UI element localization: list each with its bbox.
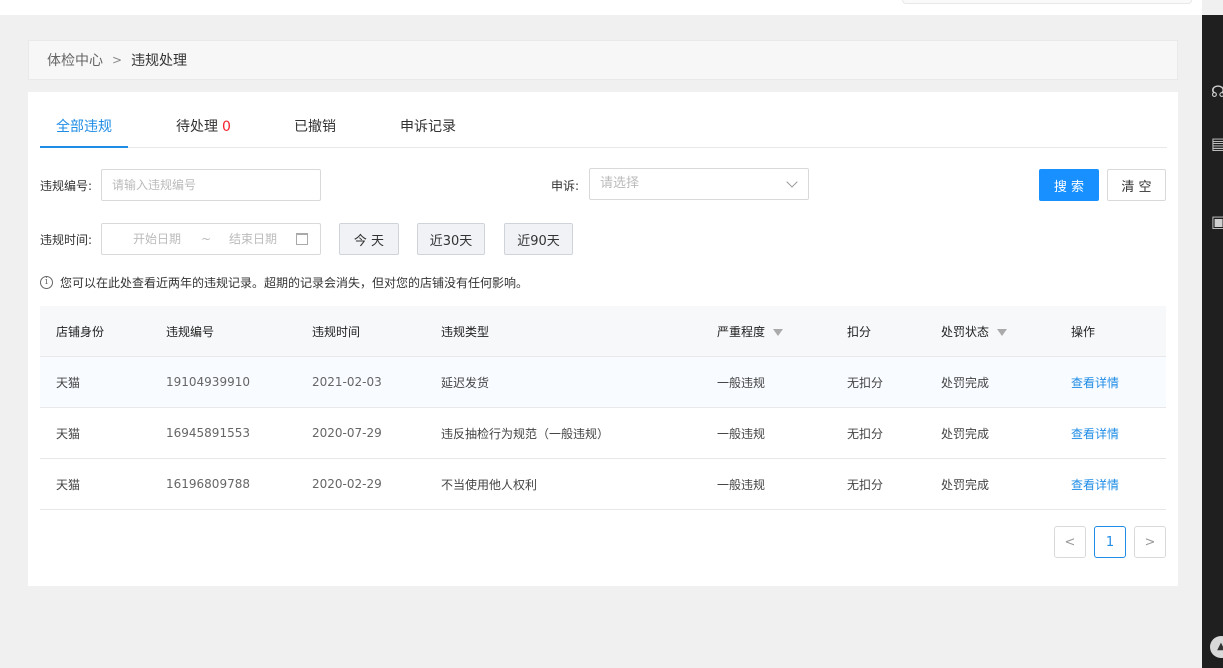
- cell-type: 违反抽检行为规范（一般违规）: [441, 426, 610, 441]
- filter-icon[interactable]: [773, 328, 784, 336]
- violation-code-input[interactable]: 请输入违规编号: [101, 169, 321, 201]
- tab-label: 待处理: [176, 119, 218, 135]
- cell-severity: 一般违规: [717, 477, 766, 492]
- tab-revoked[interactable]: 已撤销: [294, 116, 336, 148]
- cell-status: 处罚完成: [941, 426, 990, 441]
- code-placeholder: 请输入违规编号: [112, 178, 197, 192]
- breadcrumb-separator: >: [112, 53, 123, 67]
- headset-icon[interactable]: ☊: [1211, 83, 1223, 101]
- chevron-left-icon: <: [1064, 534, 1076, 550]
- tablet-icon[interactable]: ▣: [1211, 213, 1223, 231]
- cell-shop: 天猫: [56, 375, 81, 390]
- next-page-button[interactable]: >: [1134, 526, 1166, 558]
- date-range-picker[interactable]: 开始日期 ~ 结束日期: [101, 223, 321, 255]
- document-icon[interactable]: ▤: [1211, 135, 1223, 153]
- cell-date: 2021-02-03: [312, 375, 382, 389]
- cell-shop: 天猫: [56, 426, 81, 441]
- cell-points: 无扣分: [847, 477, 884, 492]
- view-details-link[interactable]: 查看详情: [1071, 374, 1119, 391]
- cell-severity: 一般违规: [717, 426, 766, 441]
- table-row: 天猫 16945891553 2020-07-29 违反抽检行为规范（一般违规）…: [40, 408, 1166, 459]
- violations-table: 店铺身份 违规编号 违规时间 违规类型 严重程度 扣分 处罚状态 操作 天猫 1…: [40, 306, 1166, 510]
- today-button[interactable]: 今 天: [339, 223, 399, 255]
- tip-text: 您可以在此处查看近两年的违规记录。超期的记录会消失，但对您的店铺没有任何影响。: [60, 276, 529, 290]
- pending-count-badge: 0: [222, 119, 231, 135]
- retention-tip: i 您可以在此处查看近两年的违规记录。超期的记录会消失，但对您的店铺没有任何影响…: [40, 274, 528, 291]
- cell-date: 2020-02-29: [312, 477, 382, 491]
- prev-page-button[interactable]: <: [1054, 526, 1086, 558]
- breadcrumb-parent[interactable]: 体检中心: [47, 50, 103, 70]
- chevron-down-icon: [786, 176, 798, 188]
- collapse-icon[interactable]: ▲: [1210, 636, 1223, 658]
- table-row: 天猫 19104939910 2021-02-03 延迟发货 一般违规 无扣分 …: [40, 357, 1166, 408]
- date-range-separator: ~: [201, 232, 212, 246]
- view-details-link[interactable]: 查看详情: [1071, 476, 1119, 493]
- header-code: 违规编号: [166, 324, 215, 339]
- view-details-link[interactable]: 查看详情: [1071, 425, 1119, 442]
- cell-type: 不当使用他人权利: [441, 477, 538, 492]
- appeal-filter-label: 申诉:: [551, 179, 580, 193]
- table-header: 店铺身份 违规编号 违规时间 违规类型 严重程度 扣分 处罚状态 操作: [40, 306, 1166, 357]
- breadcrumb: 体检中心 > 违规处理: [28, 40, 1178, 80]
- top-search-box[interactable]: [902, 0, 1192, 4]
- last-90-days-button[interactable]: 近90天: [504, 223, 573, 255]
- header-shop: 店铺身份: [56, 324, 105, 339]
- tab-label: 全部违规: [56, 119, 112, 135]
- cell-status: 处罚完成: [941, 375, 990, 390]
- cell-date: 2020-07-29: [312, 426, 382, 440]
- cell-status: 处罚完成: [941, 477, 990, 492]
- chevron-right-icon: >: [1144, 534, 1156, 550]
- tab-label: 已撤销: [294, 119, 336, 135]
- cell-points: 无扣分: [847, 375, 884, 390]
- header-type: 违规类型: [441, 324, 490, 339]
- cell-code: 16945891553: [166, 426, 250, 440]
- main-card: 全部违规 待处理 0 已撤销 申诉记录 违规编号: 请输入违规编号 申诉: 请选择…: [28, 92, 1178, 586]
- header-status[interactable]: 处罚状态: [941, 323, 1008, 340]
- table-row: 天猫 16196809788 2020-02-29 不当使用他人权利 一般违规 …: [40, 459, 1166, 510]
- start-date-placeholder: 开始日期: [133, 232, 182, 246]
- page-1-button[interactable]: 1: [1094, 526, 1126, 558]
- end-date-placeholder: 结束日期: [229, 232, 278, 246]
- header-severity[interactable]: 严重程度: [717, 323, 784, 340]
- appeal-placeholder: 请选择: [600, 176, 640, 191]
- last-30-days-button[interactable]: 近30天: [417, 223, 485, 255]
- cell-shop: 天猫: [56, 477, 81, 492]
- cell-code: 16196809788: [166, 477, 250, 491]
- cell-points: 无扣分: [847, 426, 884, 441]
- breadcrumb-current: 违规处理: [131, 53, 188, 69]
- calendar-icon: [296, 233, 308, 245]
- tab-all-violations[interactable]: 全部违规: [56, 116, 112, 148]
- cell-type: 延迟发货: [441, 375, 490, 390]
- cell-code: 19104939910: [166, 375, 250, 389]
- tab-pending[interactable]: 待处理 0: [176, 116, 231, 148]
- right-tool-rail: ☊ ▤ ▣ ▲: [1202, 15, 1223, 668]
- filter-icon[interactable]: [997, 328, 1008, 336]
- tab-bar: 全部违规 待处理 0 已撤销 申诉记录: [40, 92, 1167, 148]
- top-bar: [0, 0, 1202, 15]
- cell-severity: 一般违规: [717, 375, 766, 390]
- appeal-select[interactable]: 请选择: [589, 168, 809, 200]
- active-tab-indicator: [40, 146, 128, 148]
- time-filter-label: 违规时间:: [40, 233, 93, 247]
- code-filter-label: 违规编号:: [40, 179, 93, 193]
- header-points: 扣分: [847, 324, 872, 339]
- header-action: 操作: [1071, 324, 1096, 339]
- tab-label: 申诉记录: [400, 119, 456, 135]
- tab-appeal-records[interactable]: 申诉记录: [400, 116, 456, 148]
- info-icon: i: [40, 276, 53, 289]
- header-date: 违规时间: [312, 324, 361, 339]
- clear-button[interactable]: 清 空: [1107, 169, 1166, 201]
- search-button[interactable]: 搜 索: [1039, 169, 1099, 201]
